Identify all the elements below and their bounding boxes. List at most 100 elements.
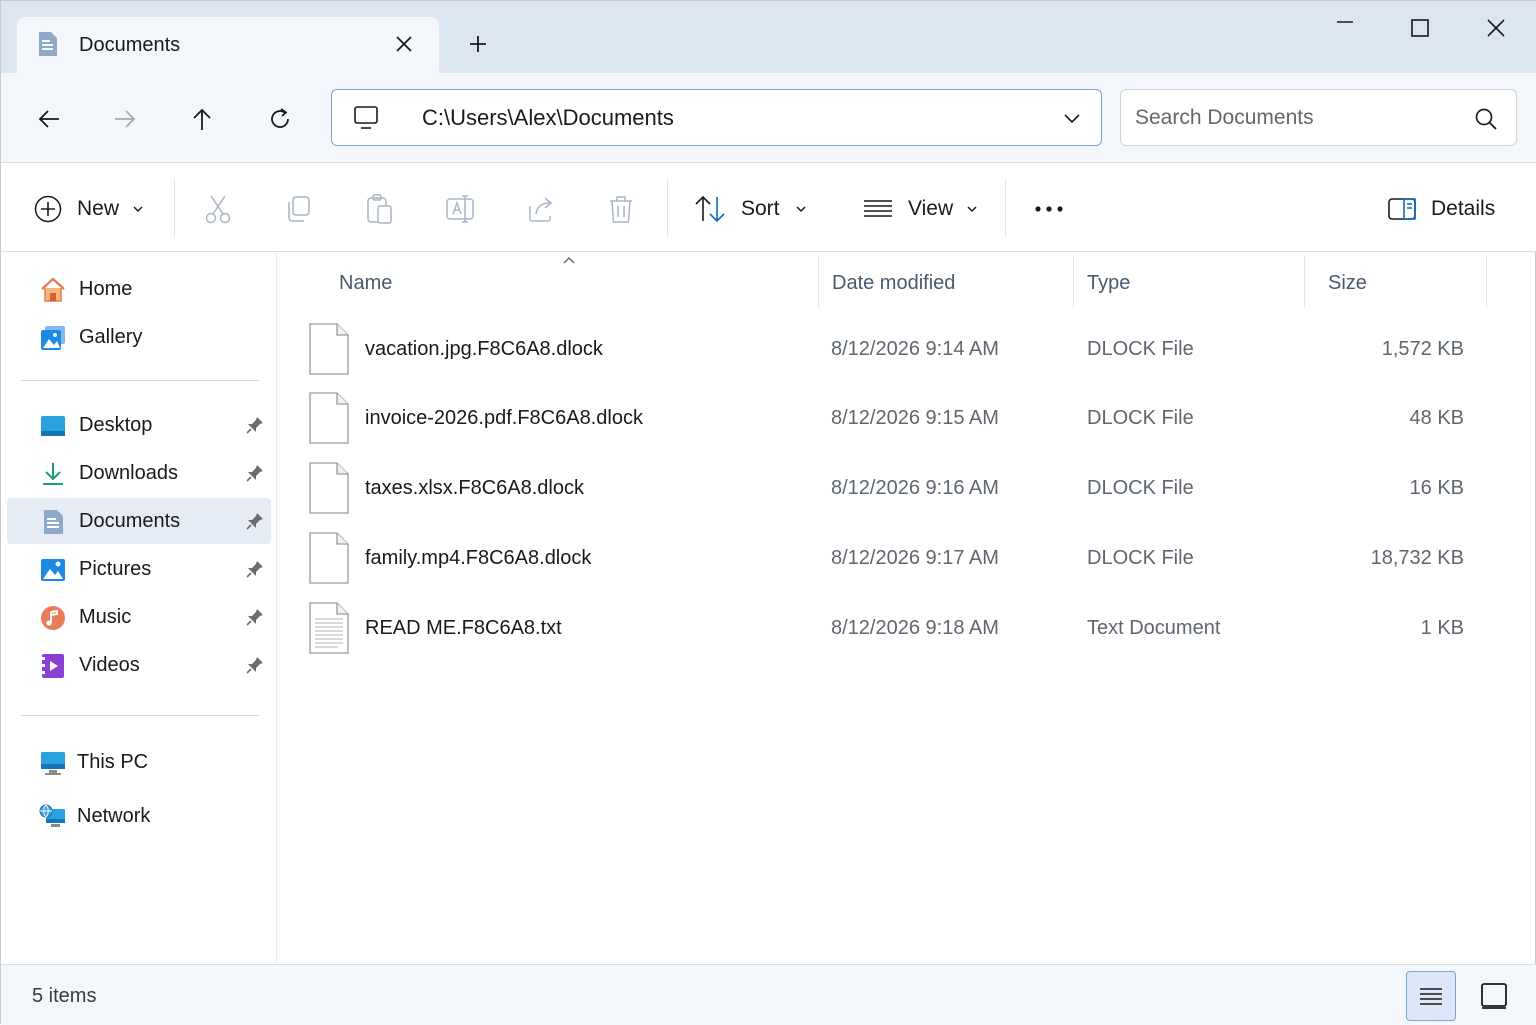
new-label: New [77, 197, 120, 220]
more-options-button[interactable] [1031, 191, 1067, 227]
documents-icon [44, 510, 63, 534]
column-divider[interactable] [818, 256, 819, 308]
sidebar-item-label: Gallery [79, 326, 143, 348]
column-divider[interactable] [1486, 256, 1487, 308]
tab-documents[interactable]: Documents [17, 17, 439, 73]
sidebar-item-pictures[interactable]: Pictures [7, 546, 271, 592]
blank-file-icon [309, 323, 349, 375]
sidebar-item-music[interactable]: Music [7, 594, 271, 640]
toolbar-divider [1005, 179, 1006, 237]
new-button[interactable]: New [33, 191, 145, 227]
pin-icon[interactable] [245, 559, 265, 579]
chevron-down-icon [967, 206, 977, 213]
sidebar-item-gallery[interactable]: Gallery [7, 314, 271, 360]
file-name: taxes.xlsx.F8C6A8.dlock [365, 477, 584, 499]
table-row[interactable]: taxes.xlsx.F8C6A8.dlock 8/12/2026 9:16 A… [308, 456, 1488, 520]
details-view-icon [1420, 988, 1442, 1005]
close-window-button[interactable] [1476, 11, 1516, 45]
sidebar-item-videos[interactable]: Videos [7, 642, 271, 688]
title-bar: Documents [1, 1, 1536, 73]
column-divider[interactable] [1073, 256, 1074, 308]
share-icon [529, 197, 553, 222]
file-date: 8/12/2026 9:17 AM [831, 547, 999, 569]
view-label: View [908, 197, 954, 220]
search-icon[interactable] [1473, 106, 1499, 132]
sidebar-item-desktop[interactable]: Desktop [7, 402, 271, 448]
address-input[interactable]: C:\Users\Alex\Documents [331, 89, 1102, 146]
details-view-button[interactable] [1406, 971, 1456, 1021]
table-row[interactable]: invoice-2026.pdf.F8C6A8.dlock 8/12/2026 … [308, 386, 1488, 450]
tiles-view-button[interactable] [1469, 971, 1519, 1021]
file-size: 48 KB [1409, 407, 1464, 429]
pin-icon[interactable] [245, 655, 265, 675]
table-row[interactable]: vacation.jpg.F8C6A8.dlock 8/12/2026 9:14… [308, 317, 1488, 381]
details-pane-icon [1388, 198, 1416, 220]
sidebar-item-downloads[interactable]: Downloads [7, 450, 271, 496]
sidebar-item-this-pc[interactable]: This PC [7, 739, 271, 785]
share-button[interactable] [524, 191, 558, 227]
details-pane-button[interactable]: Details [1387, 191, 1495, 227]
refresh-button[interactable] [262, 101, 298, 137]
column-header-date[interactable]: Date modified [832, 272, 955, 295]
copy-button[interactable] [282, 191, 316, 227]
column-header-type[interactable]: Type [1087, 272, 1130, 295]
back-button[interactable] [31, 101, 67, 137]
cut-button[interactable] [201, 191, 235, 227]
sort-button[interactable]: Sort [693, 191, 808, 227]
file-size: 1,572 KB [1381, 338, 1464, 360]
sort-icon [695, 195, 725, 223]
new-tab-button[interactable] [463, 29, 493, 59]
gallery-icon [41, 326, 65, 350]
address-path: C:\Users\Alex\Documents [422, 105, 674, 130]
tab-close-button[interactable] [389, 29, 419, 59]
sidebar-item-home[interactable]: Home [7, 266, 271, 312]
close-icon [1487, 19, 1505, 37]
more-icon [1035, 206, 1063, 212]
paste-button[interactable] [362, 191, 396, 227]
up-button[interactable] [184, 101, 220, 137]
table-row[interactable]: family.mp4.F8C6A8.dlock 8/12/2026 9:17 A… [308, 526, 1488, 590]
delete-button[interactable] [604, 191, 638, 227]
file-date: 8/12/2026 9:14 AM [831, 338, 999, 360]
file-type: DLOCK File [1087, 338, 1194, 360]
sidebar-item-label: Documents [79, 510, 181, 532]
search-box[interactable] [1120, 89, 1517, 146]
text-file-icon [309, 602, 349, 654]
this-pc-icon [41, 752, 65, 775]
minimize-button[interactable] [1325, 11, 1365, 45]
details-label: Details [1431, 197, 1496, 220]
file-type: DLOCK File [1087, 477, 1194, 499]
downloads-icon [43, 463, 63, 485]
view-button[interactable]: View [862, 191, 979, 227]
toolbar-divider [667, 179, 668, 237]
table-row[interactable]: READ ME.F8C6A8.txt 8/12/2026 9:18 AM Tex… [308, 596, 1488, 660]
sidebar-item-network[interactable]: Network [7, 793, 271, 839]
pin-icon[interactable] [245, 415, 265, 435]
chevron-down-icon [133, 206, 143, 213]
search-input[interactable] [1135, 102, 1455, 134]
file-date: 8/12/2026 9:15 AM [831, 407, 999, 429]
tab-title: Documents [79, 34, 181, 56]
plus-icon [470, 36, 486, 52]
sidebar-divider [21, 380, 259, 381]
pin-icon[interactable] [245, 511, 265, 531]
arrow-right-icon [115, 110, 136, 128]
status-bar: 5 items [1, 964, 1536, 1025]
pin-icon[interactable] [245, 463, 265, 483]
column-header-name[interactable]: Name [339, 272, 392, 295]
forward-button[interactable] [107, 101, 143, 137]
file-date: 8/12/2026 9:16 AM [831, 477, 999, 499]
column-divider[interactable] [1304, 256, 1305, 308]
pictures-icon [41, 559, 65, 581]
sidebar-divider [21, 715, 259, 716]
maximize-button[interactable] [1400, 11, 1440, 45]
trash-icon [610, 196, 632, 223]
blank-file-icon [309, 462, 349, 514]
chevron-down-icon[interactable] [1060, 106, 1084, 130]
command-bar: New Sort View Details [1, 163, 1536, 252]
sidebar-item-documents[interactable]: Documents [7, 498, 271, 544]
pin-icon[interactable] [245, 607, 265, 627]
column-header-size[interactable]: Size [1328, 272, 1367, 295]
sort-label: Sort [741, 197, 780, 220]
rename-button[interactable] [443, 191, 477, 227]
